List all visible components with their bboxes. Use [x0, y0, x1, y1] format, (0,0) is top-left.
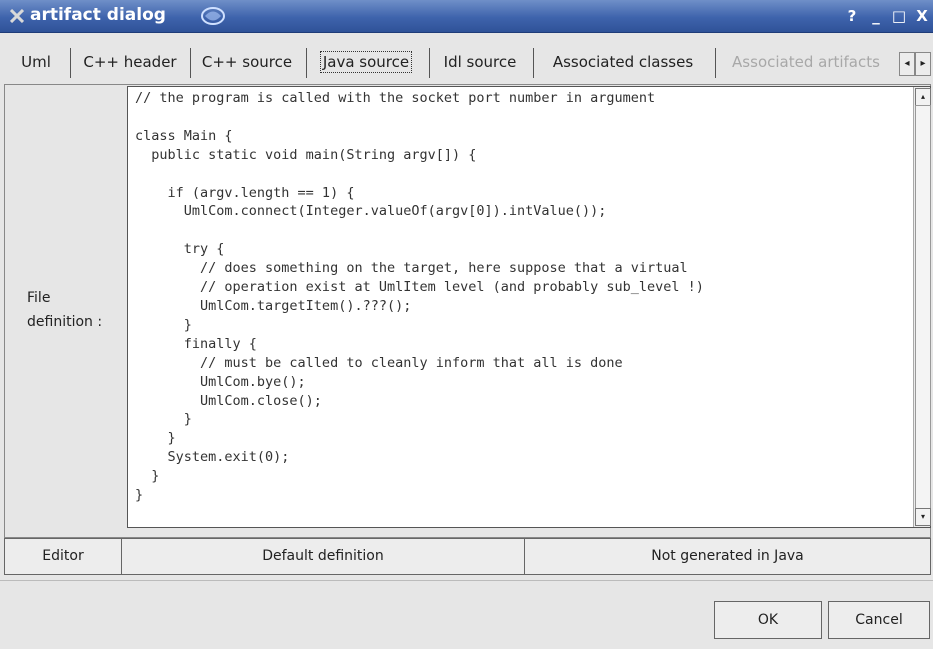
tab-java-source[interactable]: Java source: [308, 44, 424, 80]
minimize-button[interactable]: _: [866, 6, 886, 26]
tab-associated-artifacts: Associated artifacts: [717, 44, 895, 80]
maximize-button[interactable]: □: [889, 6, 909, 26]
cancel-button[interactable]: Cancel: [828, 601, 930, 639]
tab-label: Uml: [21, 53, 51, 71]
tab-cpp-header[interactable]: C++ header: [72, 44, 188, 80]
not-generated-button[interactable]: Not generated in Java: [524, 538, 931, 575]
help-button[interactable]: ?: [842, 6, 862, 26]
default-definition-button[interactable]: Default definition: [121, 538, 525, 575]
tab-scroll-right-button[interactable]: ▸: [915, 52, 931, 76]
tab-label: C++ source: [201, 53, 293, 71]
tab-idl-source[interactable]: Idl source: [431, 44, 529, 80]
tab-divider: [306, 48, 307, 78]
swirl-logo-icon: [201, 7, 225, 25]
title-bar[interactable]: artifact dialog ? _ □ X: [0, 0, 933, 33]
tab-divider: [429, 48, 430, 78]
tab-divider: [190, 48, 191, 78]
editor-button[interactable]: Editor: [4, 538, 122, 575]
tab-bar: Uml C++ header C++ source Java source Id…: [0, 44, 933, 82]
tab-label: Associated artifacts: [732, 53, 880, 71]
window-title: artifact dialog: [30, 5, 166, 25]
tab-divider: [70, 48, 71, 78]
tab-scroll-left-button[interactable]: ◂: [899, 52, 915, 76]
tab-label: Associated classes: [552, 53, 694, 71]
tab-uml[interactable]: Uml: [4, 44, 68, 80]
scroll-down-button[interactable]: ▾: [915, 508, 931, 526]
tab-associated-classes[interactable]: Associated classes: [535, 44, 711, 80]
file-definition-label: File definition :: [27, 290, 103, 330]
tab-divider: [533, 48, 534, 78]
tab-cpp-source[interactable]: C++ source: [192, 44, 302, 80]
app-icon: [10, 9, 24, 23]
tab-label: C++ header: [83, 53, 177, 71]
tab-divider: [715, 48, 716, 78]
vertical-scrollbar[interactable]: ▴ ▾: [913, 87, 931, 527]
close-button[interactable]: X: [912, 6, 932, 26]
file-definition-code[interactable]: // the program is called with the socket…: [135, 89, 704, 505]
scroll-up-button[interactable]: ▴: [915, 88, 931, 106]
file-definition-editor[interactable]: // the program is called with the socket…: [127, 86, 931, 528]
tab-label: Idl source: [443, 53, 517, 71]
scroll-thumb[interactable]: [915, 105, 931, 509]
ok-button[interactable]: OK: [714, 601, 822, 639]
divider: [0, 580, 933, 581]
tab-label: Java source: [319, 51, 413, 73]
